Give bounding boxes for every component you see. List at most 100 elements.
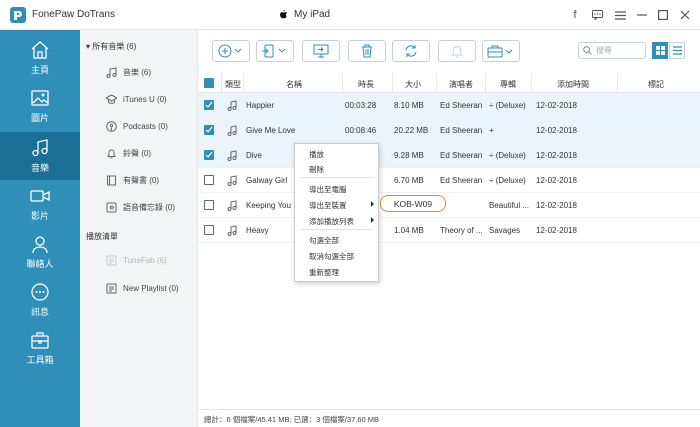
search-placeholder: 搜尋 <box>596 46 612 55</box>
submenu-device-item[interactable]: KOB-W09 <box>380 195 446 212</box>
audiobook-icon <box>107 175 116 186</box>
playlist-icon <box>106 283 117 294</box>
all-music-header[interactable]: ▾ 所有音樂 (6) <box>86 41 136 52</box>
table-row[interactable]: Keeping You Beautiful ... 12-02-2018 <box>198 193 700 218</box>
menu-item-play[interactable]: 播放 <box>309 149 324 160</box>
ringtone-icon <box>451 46 463 58</box>
podcast-icon <box>106 121 117 132</box>
sidebar-item-messages[interactable]: 訊息 <box>0 276 80 324</box>
list-view-button[interactable] <box>669 42 685 59</box>
table-row[interactable]: Dive 9.28 MB Ed Sheeran ÷ (Deluxe) 12-02-201… <box>198 143 700 168</box>
add-icon <box>218 44 242 58</box>
track-artist: Ed Sheeran <box>440 176 483 185</box>
search-input[interactable]: 搜尋 <box>578 42 646 59</box>
sidebar-item-contacts[interactable]: 聯絡人 <box>0 228 80 276</box>
column-size-header[interactable]: 大小 <box>405 79 421 90</box>
menu-item-delete[interactable]: 刪除 <box>309 164 324 175</box>
column-divider <box>436 73 437 93</box>
column-type-header[interactable]: 類型 <box>225 79 241 90</box>
menu-icon[interactable] <box>613 8 627 22</box>
playlist-item-tunefab[interactable]: TuneFab (6) <box>106 255 167 266</box>
sidebar-item-label: 圖片 <box>30 113 49 123</box>
sidebar-item-photos[interactable]: 圖片 <box>0 82 80 130</box>
row-checkbox[interactable] <box>204 125 214 135</box>
menu-separator <box>301 229 374 230</box>
panel-item-itunes-u[interactable]: iTunes U (0) <box>106 94 167 105</box>
column-name-header[interactable]: 名稱 <box>286 79 302 90</box>
submenu-arrow-icon <box>371 201 374 207</box>
column-duration-header[interactable]: 時長 <box>358 79 374 90</box>
panel-item-voice-memos[interactable]: 語音備忘錄 (0) <box>106 202 175 213</box>
close-icon[interactable] <box>678 8 692 22</box>
sidebar-item-videos[interactable]: 影片 <box>0 180 80 228</box>
row-checkbox[interactable] <box>204 175 214 185</box>
column-divider <box>392 73 393 93</box>
track-size: 6.70 MB <box>394 176 424 185</box>
table-header: 類型 名稱 時長 大小 演唱者 專輯 添加時間 標記 <box>198 73 700 93</box>
delete-button[interactable] <box>348 40 386 62</box>
sync-button[interactable] <box>392 40 430 62</box>
export-to-pc-button[interactable] <box>302 40 340 62</box>
playlist-item-new[interactable]: New Playlist (0) <box>106 283 179 294</box>
menu-item-export-device[interactable]: 導出至裝置 <box>309 200 347 211</box>
playlist-item-label: New Playlist (0) <box>123 284 179 293</box>
photo-icon <box>31 90 49 106</box>
column-divider <box>485 73 486 93</box>
toolbox-icon <box>31 332 49 349</box>
grid-view-button[interactable] <box>652 42 668 59</box>
app-logo-icon <box>10 7 26 23</box>
toolbox-dropdown-button[interactable] <box>482 40 520 62</box>
context-menu: 播放 刪除 導出至電腦 導出至裝置 添加播放列表 勾選全部 取消勾選全部 重新整… <box>294 143 379 282</box>
column-date-header[interactable]: 添加時間 <box>557 79 589 90</box>
column-tags-header[interactable]: 標記 <box>648 79 664 90</box>
voice-memo-icon <box>106 202 117 213</box>
table-row[interactable]: Heavy 1.04 MB Theory of ... Savages 12-02-20… <box>198 218 700 243</box>
chevron-down-icon: ▾ <box>86 42 91 51</box>
track-date: 12-02-2018 <box>536 226 577 235</box>
export-to-device-button[interactable] <box>256 40 294 62</box>
column-divider <box>221 73 222 93</box>
sidebar-item-music[interactable]: 音樂 <box>0 132 80 180</box>
column-album-header[interactable]: 專輯 <box>500 79 516 90</box>
panel-item-podcasts[interactable]: Podcasts (0) <box>106 121 168 132</box>
table-row[interactable]: Galway Girl 6.70 MB Ed Sheeran ÷ (Deluxe) 12… <box>198 168 700 193</box>
row-checkbox[interactable] <box>204 200 214 210</box>
menu-item-check-all[interactable]: 勾選全部 <box>309 235 339 246</box>
panel-item-music[interactable]: 音樂 (6) <box>106 67 151 78</box>
table-row[interactable]: Happier 00:03:28 8.10 MB Ed Sheeran ÷ (Delux… <box>198 93 700 118</box>
message-icon <box>31 283 49 301</box>
submenu-arrow-icon <box>371 217 374 223</box>
row-checkbox[interactable] <box>204 225 214 235</box>
sidebar-item-toolbox[interactable]: 工具箱 <box>0 324 80 372</box>
column-divider <box>531 73 532 93</box>
ringtone-button[interactable] <box>438 40 476 62</box>
row-checkbox[interactable] <box>204 100 214 110</box>
menu-item-add-playlist[interactable]: 添加播放列表 <box>309 216 354 227</box>
sidebar-item-label: 影片 <box>30 211 49 221</box>
column-divider <box>243 73 244 93</box>
panel-item-ringtones[interactable]: 鈴聲 (0) <box>106 148 151 159</box>
track-album: ÷ (Deluxe) <box>489 151 526 160</box>
panel-item-audiobooks[interactable]: 有聲書 (0) <box>106 175 159 186</box>
column-artist-header[interactable]: 演唱者 <box>449 79 473 90</box>
sidebar-item-home[interactable]: 主頁 <box>0 34 80 82</box>
sync-icon <box>405 45 417 57</box>
music-note-icon <box>227 125 237 136</box>
menu-item-uncheck-all[interactable]: 取消勾選全部 <box>309 251 354 262</box>
feedback-icon[interactable] <box>590 8 604 22</box>
row-checkbox[interactable] <box>204 150 214 160</box>
select-all-checkbox[interactable] <box>204 78 214 88</box>
facebook-icon[interactable]: f <box>568 8 582 22</box>
device-selector[interactable]: My iPad <box>278 9 330 20</box>
sidebar-item-label: 主頁 <box>30 65 49 75</box>
table-row[interactable]: Give Me Love 00:08:46 20.22 MB Ed Sheeran +1… <box>198 118 700 143</box>
track-album: ÷ (Deluxe) <box>489 101 526 110</box>
minimize-icon[interactable] <box>635 8 649 22</box>
track-artist: Ed Sheeran <box>440 126 483 135</box>
maximize-icon[interactable] <box>656 8 670 22</box>
menu-item-refresh[interactable]: 重新整理 <box>309 267 339 278</box>
music-note-icon <box>227 100 237 111</box>
menu-item-export-pc[interactable]: 導出至電腦 <box>309 184 347 195</box>
add-button[interactable] <box>212 40 250 62</box>
app-name: FonePaw DoTrans <box>32 9 115 20</box>
